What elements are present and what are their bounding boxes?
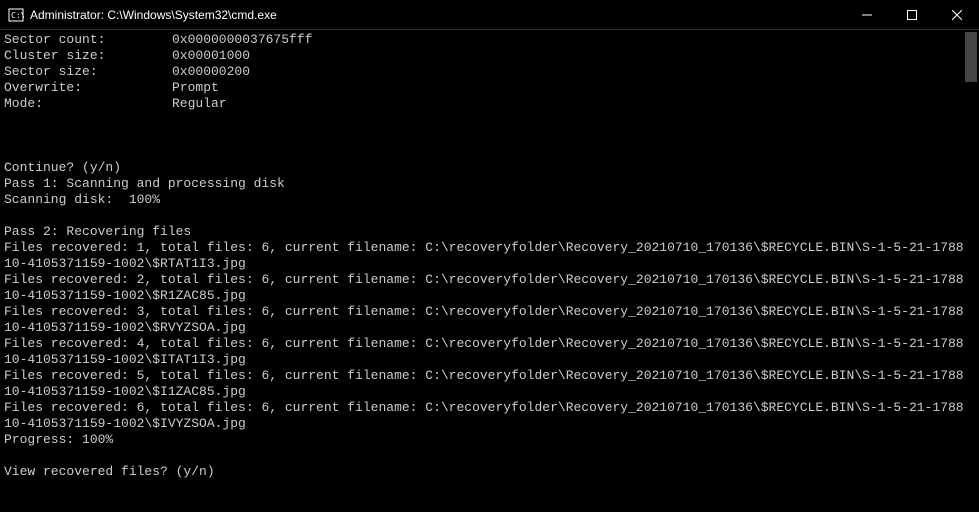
file-recovery-line: 10-4105371159-1002\$ITAT1I3.jpg — [4, 352, 975, 368]
minimize-button[interactable] — [844, 0, 889, 29]
file-recovery-line: 10-4105371159-1002\$R1ZAC85.jpg — [4, 288, 975, 304]
sector-count-value: 0x0000000037675fff — [172, 32, 312, 48]
mode-value: Regular — [172, 96, 227, 112]
progress-text: Progress: 100% — [4, 432, 975, 448]
cluster-size-label: Cluster size: — [4, 48, 172, 64]
titlebar: C:\ Administrator: C:\Windows\System32\c… — [0, 0, 979, 30]
sector-count-label: Sector count: — [4, 32, 172, 48]
file-recovery-line: 10-4105371159-1002\$RVYZSOA.jpg — [4, 320, 975, 336]
sector-size-label: Sector size: — [4, 64, 172, 80]
cmd-icon: C:\ — [8, 7, 24, 23]
file-recovery-line: Files recovered: 2, total files: 6, curr… — [4, 272, 975, 288]
sector-size-value: 0x00000200 — [172, 64, 250, 80]
file-recovery-line: Files recovered: 4, total files: 6, curr… — [4, 336, 975, 352]
scrollbar-thumb[interactable] — [965, 32, 977, 82]
file-recovery-line: Files recovered: 6, total files: 6, curr… — [4, 400, 975, 416]
svg-text:C:\: C:\ — [11, 11, 24, 20]
cluster-size-value: 0x00001000 — [172, 48, 250, 64]
file-recovery-line: Files recovered: 3, total files: 6, curr… — [4, 304, 975, 320]
file-recovery-line: 10-4105371159-1002\$RTAT1I3.jpg — [4, 256, 975, 272]
window-controls — [844, 0, 979, 29]
file-recovery-line: Files recovered: 5, total files: 6, curr… — [4, 368, 975, 384]
file-recovery-line: Files recovered: 1, total files: 6, curr… — [4, 240, 975, 256]
close-button[interactable] — [934, 0, 979, 29]
view-recovered-prompt: View recovered files? (y/n) — [4, 464, 975, 480]
pass1-title: Pass 1: Scanning and processing disk — [4, 176, 975, 192]
file-recovery-line: 10-4105371159-1002\$IVYZSOA.jpg — [4, 416, 975, 432]
file-recovery-line: 10-4105371159-1002\$I1ZAC85.jpg — [4, 384, 975, 400]
files-list: Files recovered: 1, total files: 6, curr… — [4, 240, 975, 432]
maximize-button[interactable] — [889, 0, 934, 29]
terminal-output[interactable]: Sector count:0x0000000037675fffCluster s… — [0, 30, 979, 512]
scanning-progress: Scanning disk: 100% — [4, 192, 975, 208]
overwrite-value: Prompt — [172, 80, 219, 96]
scrollbar[interactable] — [963, 30, 979, 512]
continue-prompt: Continue? (y/n) — [4, 160, 975, 176]
overwrite-label: Overwrite: — [4, 80, 172, 96]
pass2-title: Pass 2: Recovering files — [4, 224, 975, 240]
window-title: Administrator: C:\Windows\System32\cmd.e… — [30, 8, 844, 22]
mode-label: Mode: — [4, 96, 172, 112]
